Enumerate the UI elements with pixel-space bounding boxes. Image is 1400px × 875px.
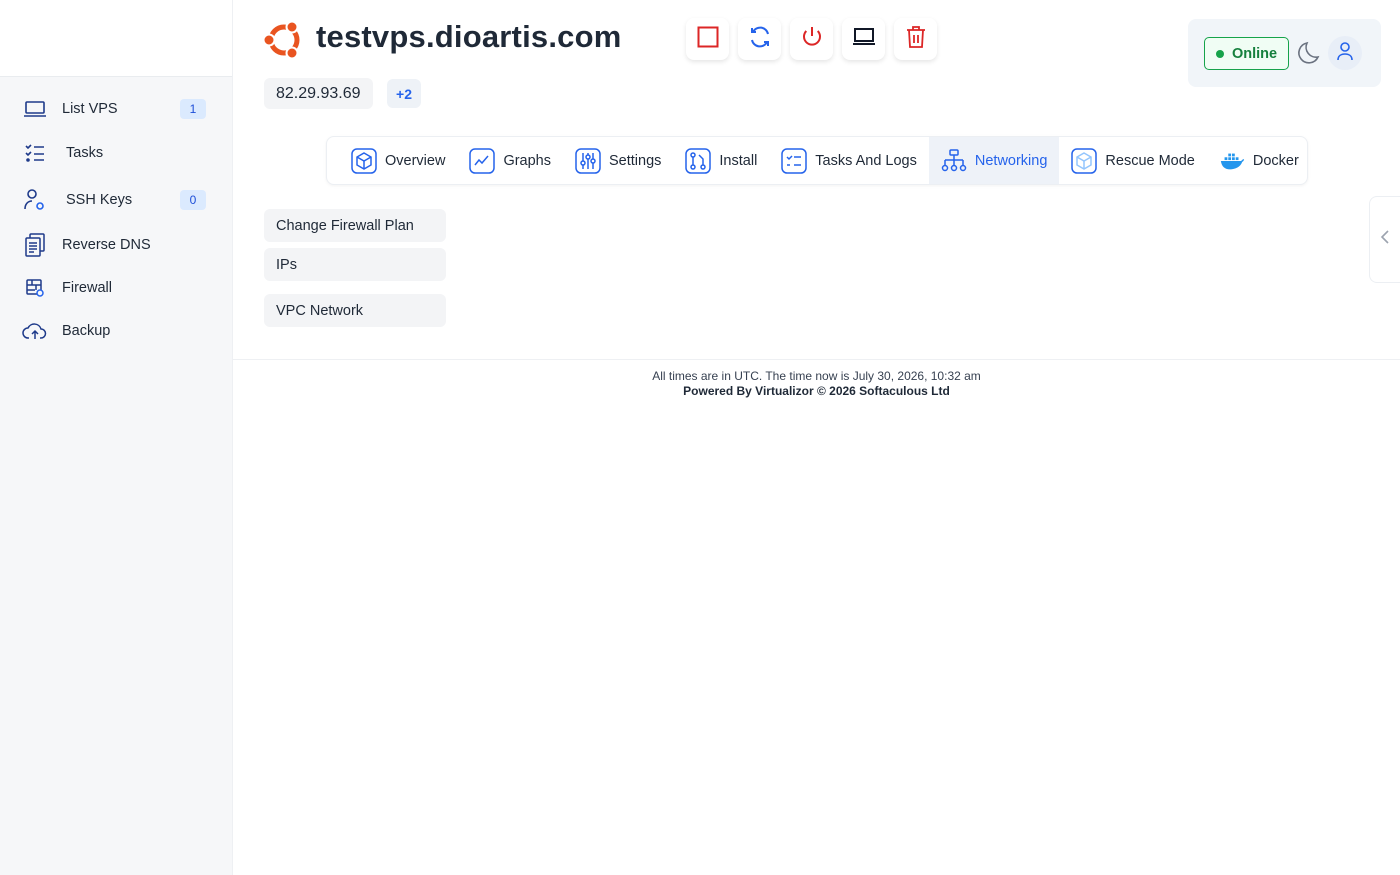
git-icon <box>685 147 712 174</box>
stop-icon <box>696 25 720 54</box>
side-panel-toggle[interactable] <box>1369 196 1400 283</box>
tab-label: Settings <box>609 152 662 169</box>
sidebar-item-label: Backup <box>62 323 111 339</box>
tab-settings[interactable]: Settings <box>563 137 673 184</box>
dark-mode-toggle[interactable] <box>1296 39 1324 67</box>
network-icon <box>941 148 967 174</box>
tab-label: Rescue Mode <box>1105 152 1195 169</box>
ssh-keys-count-badge: 0 <box>180 190 206 210</box>
delete-icon <box>905 25 927 54</box>
vps-count-badge: 1 <box>180 99 206 119</box>
ips-item[interactable]: IPs <box>264 248 446 281</box>
tab-label: Networking <box>974 152 1048 169</box>
rescue-cube-icon <box>1071 147 1098 174</box>
footer-time: All times are in UTC. The time now is Ju… <box>652 369 981 383</box>
sidebar-item-tasks[interactable]: Tasks <box>22 138 206 168</box>
sidebar-item-reverse-dns[interactable]: Reverse DNS <box>22 230 206 260</box>
vpc-network-item[interactable]: VPC Network <box>264 294 446 327</box>
chevron-left-icon <box>1380 229 1390 250</box>
tab-overview[interactable]: Overview <box>339 137 457 184</box>
tab-networking[interactable]: Networking <box>928 137 1060 184</box>
tab-label: Tasks And Logs <box>815 152 917 169</box>
user-icon <box>1336 41 1354 66</box>
sliders-icon <box>575 147 601 174</box>
firewall-icon <box>22 275 48 301</box>
sidebar-item-backup[interactable]: Backup <box>22 316 206 346</box>
sidebar-item-label: Tasks <box>66 145 104 161</box>
vps-tabs: Overview Graphs Settings Install Tasks A… <box>326 136 1308 185</box>
user-key-icon <box>22 187 48 213</box>
vps-action-toolbar <box>686 18 937 60</box>
sidebar-item-label: Reverse DNS <box>62 237 151 253</box>
cube-icon <box>351 147 377 174</box>
ubuntu-icon <box>262 19 305 61</box>
tab-install[interactable]: Install <box>673 137 769 184</box>
sidebar-item-label: SSH Keys <box>66 192 133 208</box>
list-icon <box>781 147 808 174</box>
delete-button[interactable] <box>894 18 937 60</box>
change-firewall-plan-item[interactable]: Change Firewall Plan <box>264 209 446 242</box>
docker-icon <box>1219 148 1245 174</box>
console-icon <box>852 26 876 53</box>
power-off-button[interactable] <box>790 18 833 60</box>
tab-rescue-mode[interactable]: Rescue Mode <box>1059 137 1206 184</box>
status-badge: Online <box>1204 37 1289 70</box>
tab-graphs[interactable]: Graphs <box>457 137 563 184</box>
user-menu-button[interactable] <box>1328 36 1362 70</box>
footer-powered-by: Powered By Virtualizor © 2026 Softaculou… <box>683 384 950 398</box>
status-dot-icon <box>1215 49 1224 58</box>
power-icon <box>800 25 824 54</box>
sidebar-item-label: List VPS <box>62 101 118 117</box>
tab-label: Overview <box>385 152 446 169</box>
footer-divider <box>233 359 1400 360</box>
tab-label: Graphs <box>503 152 551 169</box>
line-chart-icon <box>469 147 496 174</box>
more-ips-button[interactable]: +2 <box>387 79 421 108</box>
documents-icon <box>22 232 48 258</box>
sidebar-item-firewall[interactable]: Firewall <box>22 273 206 303</box>
status-panel: Online <box>1188 19 1381 87</box>
sidebar: List VPS 1 Tasks SSH Keys 0 Reverse DNS <box>0 0 233 875</box>
sidebar-logo-area <box>0 0 232 77</box>
vps-hostname: testvps.dioartis.com <box>316 19 622 54</box>
stop-button[interactable] <box>686 18 729 60</box>
console-button[interactable] <box>842 18 885 60</box>
restart-icon <box>748 25 772 54</box>
moon-icon <box>1298 41 1320 64</box>
cloud-upload-icon <box>22 318 48 344</box>
primary-ip: 82.29.93.69 <box>264 78 373 109</box>
sidebar-item-ssh-keys[interactable]: SSH Keys 0 <box>22 185 206 215</box>
restart-button[interactable] <box>738 18 781 60</box>
tab-label: Docker <box>1252 152 1299 169</box>
sidebar-item-list-vps[interactable]: List VPS 1 <box>22 94 206 124</box>
status-label: Online <box>1231 45 1278 62</box>
app: List VPS 1 Tasks SSH Keys 0 Reverse DNS <box>0 0 1400 875</box>
laptop-icon <box>22 96 48 122</box>
tab-tasks-and-logs[interactable]: Tasks And Logs <box>769 137 929 184</box>
sidebar-item-label: Firewall <box>62 280 112 296</box>
tab-label: Install <box>719 152 758 169</box>
checklist-icon <box>22 140 48 166</box>
tab-docker[interactable]: Docker <box>1207 137 1311 184</box>
